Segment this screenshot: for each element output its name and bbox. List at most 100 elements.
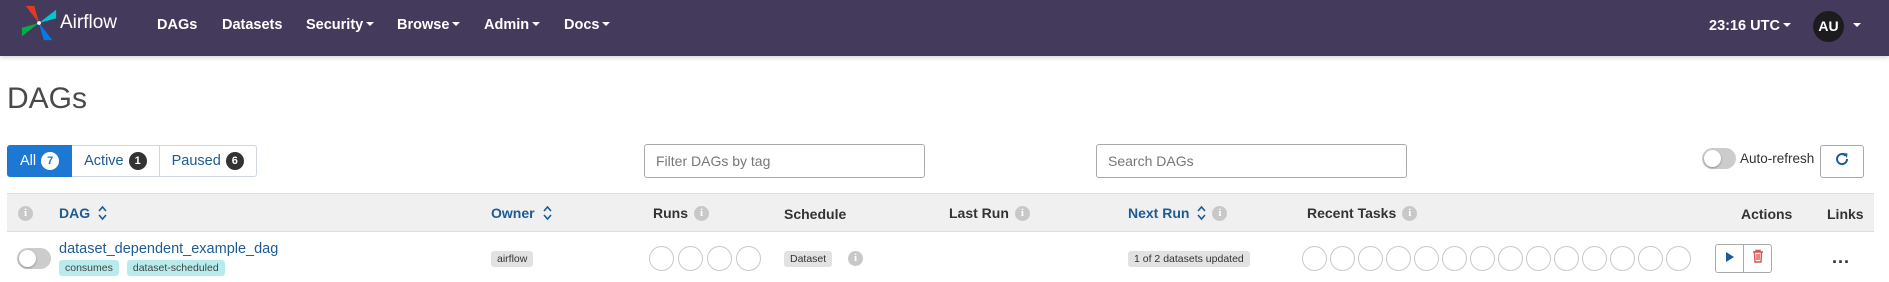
brand-name: Airflow [60, 12, 118, 33]
column-links-label: Links [1827, 206, 1864, 222]
dag-table-header: i DAG Owner Runs i Schedule Last Run i N… [7, 193, 1874, 232]
column-actions: Actions [1741, 206, 1792, 222]
run-status-circle[interactable] [678, 246, 703, 271]
search-dags-input[interactable] [1096, 144, 1407, 178]
trash-icon [1752, 249, 1764, 268]
task-status-circle[interactable] [1470, 246, 1495, 271]
filter-active-button[interactable]: Active 1 [72, 145, 160, 177]
run-status-circle[interactable] [736, 246, 761, 271]
task-status-circle[interactable] [1414, 246, 1439, 271]
nav-browse-label: Browse [397, 17, 450, 33]
run-status-circle[interactable] [649, 246, 674, 271]
airflow-logo-icon [20, 4, 58, 47]
run-status-circle[interactable] [707, 246, 732, 271]
task-status-circle[interactable] [1526, 246, 1551, 271]
tag-filter-input[interactable] [644, 144, 925, 178]
refresh-button[interactable] [1820, 145, 1864, 178]
filter-all-label: All [20, 153, 37, 169]
info-icon[interactable]: i [694, 205, 709, 221]
task-status-circle[interactable] [1358, 246, 1383, 271]
caret-down-icon [366, 22, 375, 27]
clock-label: 23:16 UTC [1709, 18, 1780, 34]
caret-down-icon [532, 22, 541, 27]
info-icon[interactable]: i [1402, 205, 1418, 221]
sort-icon [1197, 205, 1207, 221]
column-next-run[interactable]: Next Run i [1128, 205, 1228, 221]
dag-runs-status [649, 246, 761, 271]
nav-docs[interactable]: Docs [564, 17, 611, 33]
filter-paused-label: Paused [171, 153, 221, 169]
column-actions-label: Actions [1741, 206, 1793, 222]
column-owner[interactable]: Owner [491, 205, 552, 221]
task-status-circle[interactable] [1666, 246, 1691, 271]
task-status-circle[interactable] [1582, 246, 1607, 271]
tag-badge[interactable]: consumes [59, 260, 119, 276]
next-run-badge[interactable]: 1 of 2 datasets updated [1128, 251, 1250, 267]
column-schedule: Schedule [784, 206, 846, 222]
nav-datasets-label: Datasets [222, 17, 283, 33]
nav-datasets[interactable]: Datasets [222, 17, 282, 33]
task-status-circle[interactable] [1330, 246, 1355, 271]
caret-down-icon [452, 22, 461, 27]
nav-dags-label: DAGs [157, 17, 198, 33]
column-links: Links [1827, 206, 1864, 222]
task-status-circle[interactable] [1610, 246, 1635, 271]
auto-refresh-label: Auto-refresh [1740, 151, 1815, 166]
info-icon[interactable]: i [1212, 205, 1228, 221]
column-last-run: Last Run i [949, 205, 1030, 221]
dag-pause-toggle[interactable] [17, 248, 51, 269]
owner-badge[interactable]: airflow [491, 251, 534, 267]
brand[interactable]: Airflow [20, 4, 117, 44]
filter-active-label: Active [84, 153, 124, 169]
filter-paused-button[interactable]: Paused 6 [159, 145, 257, 177]
info-icon[interactable]: i [1014, 205, 1030, 221]
task-status-circle[interactable] [1442, 246, 1467, 271]
task-status-circle[interactable] [1302, 246, 1327, 271]
info-icon[interactable]: i [848, 251, 863, 266]
dag-id-link[interactable]: dataset_dependent_example_dag [59, 241, 278, 257]
task-status-circle[interactable] [1554, 246, 1579, 271]
page-title: DAGs [7, 82, 88, 115]
task-status-circle[interactable] [1638, 246, 1663, 271]
delete-dag-button[interactable] [1743, 244, 1772, 273]
utc-clock[interactable]: 23:16 UTC [1709, 18, 1791, 34]
trigger-dag-button[interactable] [1715, 244, 1744, 273]
nav-dags[interactable]: DAGs [157, 17, 197, 33]
column-recent-tasks: Recent Tasks i [1307, 205, 1418, 221]
caret-down-icon [602, 22, 611, 27]
user-menu-caret-icon[interactable] [1853, 23, 1861, 27]
refresh-icon [1834, 151, 1850, 172]
filter-active-count: 1 [128, 152, 147, 170]
filter-all-button[interactable]: All 7 [7, 145, 73, 177]
user-avatar[interactable]: AU [1813, 11, 1844, 42]
more-links-icon[interactable]: ... [1832, 247, 1850, 268]
nav-admin-label: Admin [484, 17, 530, 33]
nav-docs-label: Docs [564, 17, 600, 33]
column-runs-label: Runs [653, 205, 688, 221]
task-status-circle[interactable] [1386, 246, 1411, 271]
auto-refresh: Auto-refresh [1702, 148, 1814, 169]
schedule-badge[interactable]: Dataset [784, 251, 833, 267]
auto-refresh-toggle[interactable] [1702, 148, 1736, 169]
info-icon[interactable]: i [18, 206, 33, 221]
column-recent-tasks-label: Recent Tasks [1307, 205, 1397, 221]
nav-browse[interactable]: Browse [397, 17, 461, 33]
column-dag[interactable]: DAG [59, 205, 107, 221]
sort-icon [542, 205, 552, 221]
column-runs: Runs i [653, 205, 709, 221]
column-owner-label: Owner [491, 205, 535, 221]
filter-paused-count: 6 [225, 152, 244, 170]
sort-icon [98, 205, 107, 221]
nav-security[interactable]: Security [306, 17, 375, 33]
status-filter-group: All 7 Active 1 Paused 6 [7, 145, 257, 177]
nav-admin[interactable]: Admin [484, 17, 541, 33]
tag-badge[interactable]: dataset-scheduled [126, 260, 225, 276]
top-navbar: Airflow DAGs Datasets Security Browse Ad… [0, 0, 1889, 56]
task-status-circle[interactable] [1498, 246, 1523, 271]
column-dag-label: DAG [59, 205, 91, 221]
column-last-run-label: Last Run [949, 205, 1009, 221]
column-schedule-label: Schedule [784, 206, 847, 222]
recent-tasks-status [1302, 246, 1691, 271]
dag-tags: consumes dataset-scheduled [59, 260, 225, 276]
table-row: dataset_dependent_example_dag consumes d… [7, 233, 1874, 282]
